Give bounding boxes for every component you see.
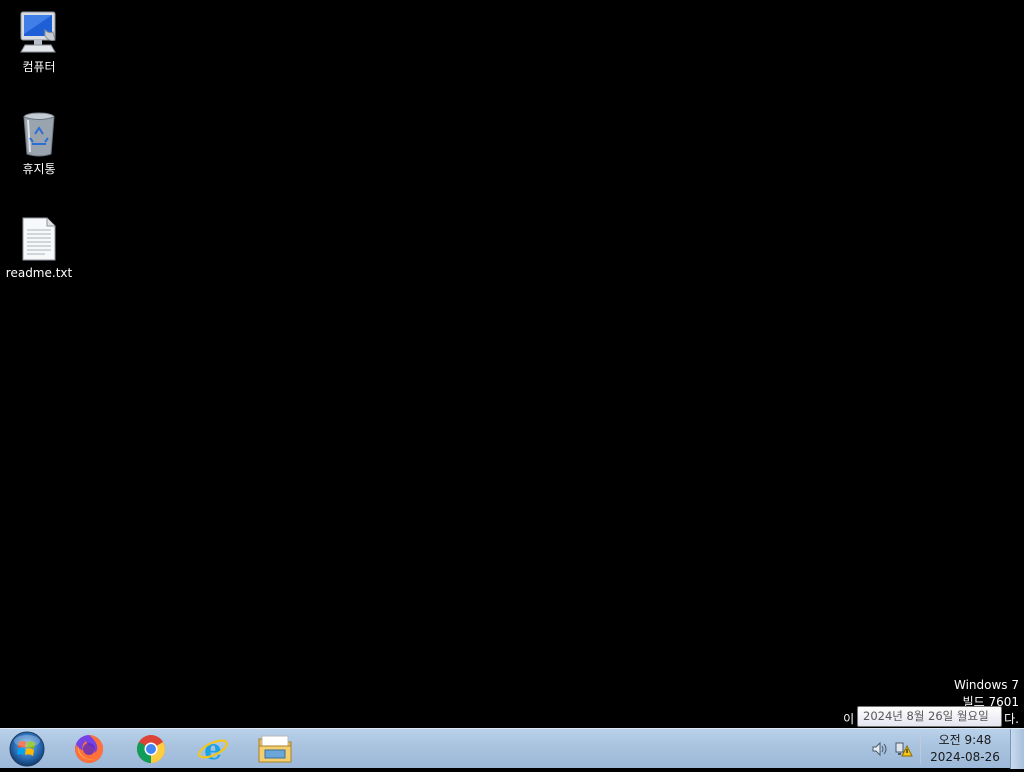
watermark-license-start: 이 — [843, 712, 855, 726]
windows-start-orb-icon — [9, 731, 45, 767]
desktop-icon-label: 휴지통 — [22, 162, 56, 176]
taskbar: e 오전 9:48 2024-08-26 — [0, 728, 1024, 769]
internet-explorer-icon: e — [198, 733, 228, 766]
start-button[interactable] — [7, 730, 47, 768]
watermark-os-name: Windows 7 — [953, 678, 1019, 692]
computer-icon — [15, 8, 63, 56]
file-explorer-icon — [258, 735, 292, 763]
clock-date: 2024-08-26 — [930, 750, 1000, 764]
firefox-icon — [75, 734, 104, 763]
desktop-icon-readme-txt[interactable]: readme.txt — [1, 214, 77, 280]
recycle-bin-icon — [15, 110, 63, 158]
taskbar-app-internet-explorer[interactable]: e — [186, 731, 240, 767]
text-file-icon — [15, 214, 63, 262]
desktop[interactable]: 컴퓨터 휴지통 readme.txt Windows 7 빌드 7601 이 다… — [0, 0, 1024, 728]
desktop-icon-recycle-bin[interactable]: 휴지통 — [1, 110, 77, 176]
network-warning-icon[interactable] — [895, 741, 913, 757]
taskbar-app-chrome[interactable] — [124, 731, 178, 767]
volume-icon[interactable] — [871, 741, 889, 757]
svg-text:e: e — [204, 733, 222, 766]
chrome-icon — [137, 735, 165, 763]
taskbar-clock[interactable]: 오전 9:48 2024-08-26 — [926, 732, 1004, 766]
desktop-icon-computer[interactable]: 컴퓨터 — [1, 8, 77, 74]
show-desktop-button[interactable] — [1010, 729, 1024, 769]
desktop-icon-label: readme.txt — [5, 266, 73, 280]
taskbar-app-windows-explorer[interactable] — [248, 731, 302, 767]
desktop-icon-label: 컴퓨터 — [22, 60, 56, 74]
tray-separator — [920, 734, 921, 764]
watermark-license-end: 다. — [1004, 712, 1019, 726]
date-tooltip: 2024년 8월 26일 월요일 — [857, 706, 1002, 727]
clock-time: 오전 9:48 — [938, 733, 992, 747]
taskbar-app-firefox[interactable] — [62, 731, 116, 767]
